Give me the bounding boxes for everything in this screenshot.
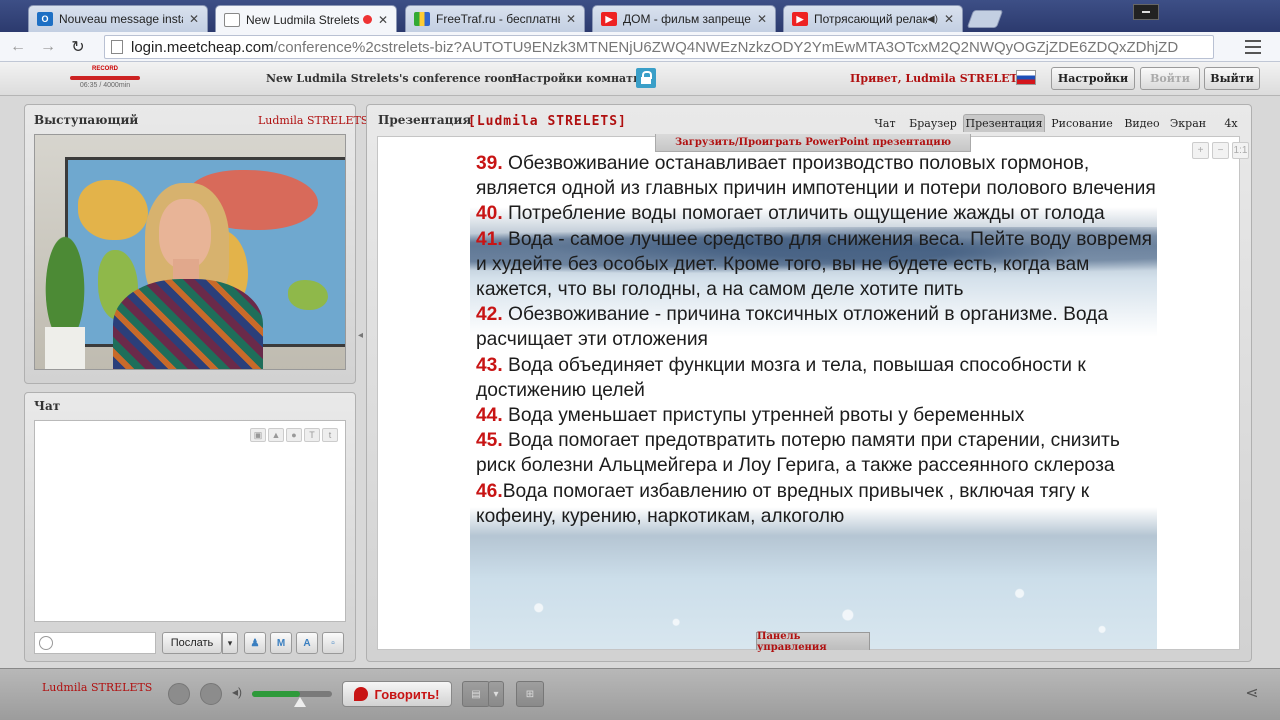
user-icon[interactable]: ♟ [244, 632, 266, 654]
settings-icon[interactable]: ● [286, 428, 302, 442]
volume-fill [252, 691, 300, 697]
actual-size-button[interactable]: 1:1 [1232, 142, 1249, 159]
upload-powerpoint-button[interactable]: Загрузить/Проиграть PowerPoint презентац… [655, 134, 971, 152]
volume-slider[interactable] [252, 683, 332, 707]
speaker-video[interactable] [34, 134, 346, 370]
camera-icon[interactable] [200, 683, 222, 705]
forward-icon[interactable]: → [36, 35, 60, 59]
browser-tab[interactable]: ▶ ДОМ - фильм запрещен ✕ [592, 5, 776, 32]
outlook-icon: O [37, 12, 53, 26]
close-icon[interactable]: ✕ [757, 12, 767, 26]
text-format-icon[interactable]: A [296, 632, 318, 654]
new-tab-button[interactable] [966, 10, 1004, 28]
presentation-panel-title: Презентация [378, 113, 472, 127]
page-icon [111, 40, 123, 54]
chat-messages[interactable] [34, 420, 346, 622]
logout-button[interactable]: Выйти [1204, 67, 1260, 90]
browser-toolbar: ← → ↻ login.meetcheap.com/conference%2cs… [0, 32, 1280, 62]
lock-icon[interactable] [636, 68, 656, 88]
send-button[interactable]: Послать [162, 632, 222, 654]
close-icon[interactable]: ✕ [378, 13, 388, 27]
tab-presentation[interactable]: Презентация [963, 114, 1045, 132]
close-icon[interactable]: ✕ [189, 12, 199, 26]
current-user-name: Ludmila STRELETS [42, 681, 153, 694]
youtube-icon: ▶ [792, 12, 808, 26]
speaker-panel-title: Выступающий [34, 113, 139, 127]
minimize-button[interactable] [1133, 4, 1159, 20]
browser-tabstrip: O Nouveau message instan ✕ New Ludmila S… [0, 0, 1280, 33]
chat-panel-title: Чат [34, 399, 61, 413]
slide-item: 42. Обезвоживание - причина токсичных от… [476, 304, 1109, 351]
slide-item: 40. Потребление воды помогает отличить о… [476, 203, 1105, 225]
record-bar [70, 76, 140, 80]
chat-input[interactable] [34, 632, 156, 654]
settings-button[interactable]: Настройки [1051, 67, 1135, 90]
zoom-out-icon[interactable]: − [1212, 142, 1229, 159]
browser-tab[interactable]: O Nouveau message instan ✕ [28, 5, 208, 32]
app-header: RECORD 06:35 / 4000min New Ludmila Strel… [0, 62, 1280, 96]
save-icon[interactable]: ▫ [322, 632, 344, 654]
tab-4x[interactable]: 4x [1214, 114, 1248, 132]
chevron-down-icon[interactable]: ▾ [488, 681, 504, 707]
slide-item: 46.Вода помогает избавлению от вредных п… [476, 480, 1090, 527]
menu-icon[interactable] [1245, 40, 1261, 54]
bottom-bar: Ludmila STRELETS ◂) Говорить! ▤ ▾ ⊞ ⋖ [0, 668, 1280, 720]
presentation-stage: 39. Обезвоживание останавливает производ… [377, 136, 1240, 650]
tab-screen[interactable]: Экран [1166, 114, 1210, 132]
tab-chat[interactable]: Чат [868, 114, 902, 132]
image-icon[interactable]: ▣ [250, 428, 266, 442]
tab-video[interactable]: Видео [1120, 114, 1164, 132]
browser-tab-active[interactable]: New Ludmila Strelets s ✕ [215, 5, 397, 33]
warning-icon[interactable]: ▲ [268, 428, 284, 442]
close-icon[interactable]: ✕ [566, 12, 576, 26]
smiley-icon[interactable] [39, 636, 53, 650]
tab-browser[interactable]: Браузер [906, 114, 960, 132]
reload-icon[interactable]: ↻ [66, 35, 90, 59]
room-settings-link[interactable]: Настройки комнаты [512, 72, 644, 85]
speak-button[interactable]: Говорить! [342, 681, 452, 707]
page-icon [224, 12, 240, 27]
control-panel-tab[interactable]: Панель управления [756, 631, 870, 653]
youtube-icon: ▶ [601, 12, 617, 26]
volume-icon[interactable]: ◂) [232, 685, 242, 699]
zoom-tools: + − 1:1 [1192, 142, 1249, 159]
recording-icon [362, 15, 372, 24]
conference-app: RECORD 06:35 / 4000min New Ludmila Strel… [0, 62, 1280, 720]
slide-item: 41. Вода - самое лучшее средство для сни… [476, 228, 1153, 301]
slide-item: 39. Обезвоживание останавливает производ… [476, 153, 1156, 200]
login-button[interactable]: Войти [1140, 67, 1200, 90]
status-menu-button[interactable]: ▤ [462, 681, 490, 707]
chat-tools: ▣ ▲ ● T t [250, 428, 338, 442]
share-icon[interactable]: ⋖ [1240, 681, 1264, 705]
slide-item: 43. Вода объединяет функции мозга и тела… [476, 354, 1086, 401]
russian-flag-icon[interactable] [1016, 70, 1036, 85]
layout-icon[interactable]: ⊞ [516, 681, 544, 707]
presenter-name: [Ludmila STRELETS] [468, 114, 627, 129]
room-title: New Ludmila Strelets's conference room [266, 72, 517, 85]
font-smaller-icon[interactable]: t [322, 428, 338, 442]
slide-text: 39. Обезвоживание останавливает производ… [476, 151, 1156, 529]
tab-drawing[interactable]: Рисование [1048, 114, 1116, 132]
speaker-name: Ludmila STRELETS [258, 114, 369, 127]
mail-icon[interactable]: M [270, 632, 292, 654]
address-bar[interactable]: login.meetcheap.com/conference%2cstrelet… [104, 35, 1214, 59]
volume-thumb[interactable] [294, 697, 306, 707]
microphone-icon[interactable] [168, 683, 190, 705]
speech-bubble-icon [354, 687, 369, 701]
chevron-down-icon[interactable]: ▾ [222, 632, 238, 654]
browser-tab[interactable]: FreeTraf.ru - бесплатный ✕ [405, 5, 585, 32]
back-icon[interactable]: ← [6, 35, 30, 59]
close-icon[interactable]: ✕ [944, 12, 954, 26]
record-indicator[interactable]: RECORD 06:35 / 4000min [60, 66, 150, 92]
greeting: Привет, Ludmila STRELETS [850, 72, 1026, 85]
slide-item: 44. Вода уменьшает приступы утренней рво… [476, 405, 1025, 427]
font-larger-icon[interactable]: T [304, 428, 320, 442]
slide: 39. Обезвоживание останавливает производ… [470, 137, 1157, 649]
panel-splitter-icon[interactable]: ◂ [358, 330, 364, 350]
slide-item: 45. Вода помогает предотвратить потерю п… [476, 430, 1120, 477]
browser-tab[interactable]: ▶ Потрясающий релакс ◀) ✕ [783, 5, 963, 32]
speaker-icon: ◀) [926, 13, 938, 25]
chart-icon [414, 12, 430, 26]
zoom-in-icon[interactable]: + [1192, 142, 1209, 159]
